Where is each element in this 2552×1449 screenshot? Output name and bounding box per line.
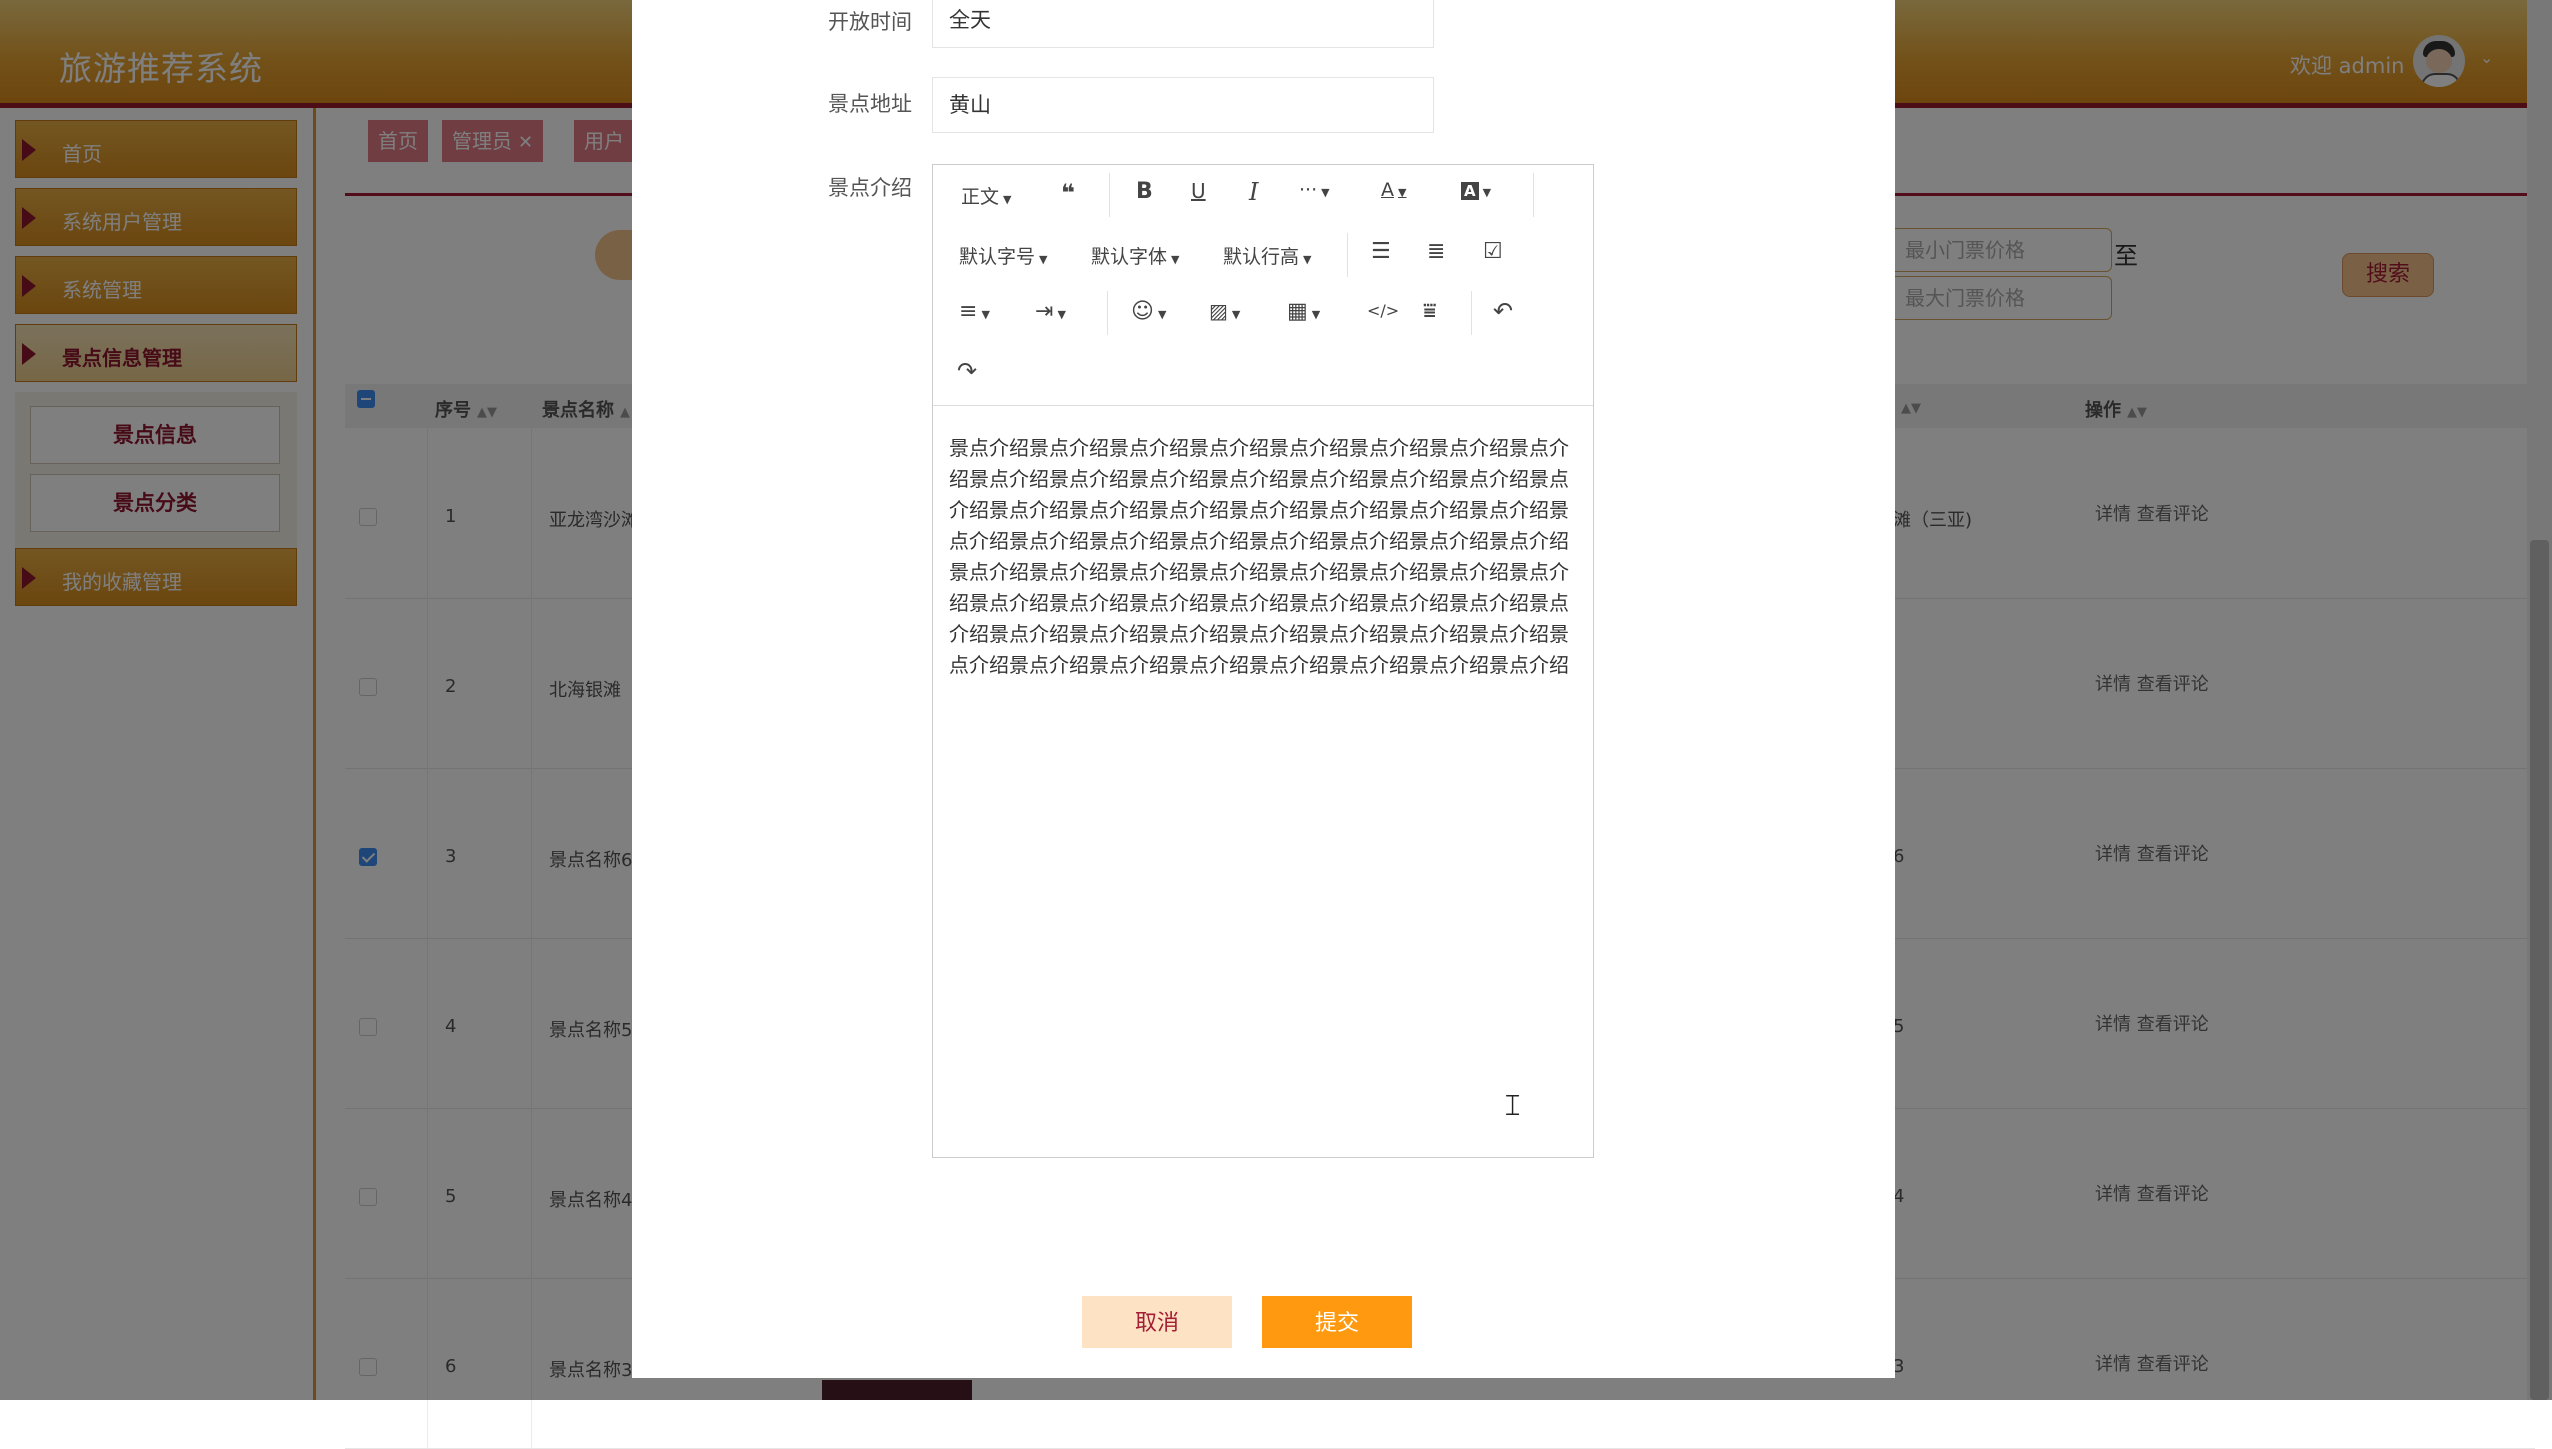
address-label: 景点地址 xyxy=(828,92,912,116)
divider-icon[interactable]: ⩸ xyxy=(1423,299,1436,324)
more-icon[interactable]: ··· ▼ xyxy=(1299,179,1330,201)
open-time-input[interactable]: 全天 xyxy=(932,0,1434,48)
caret-down-icon: ▼ xyxy=(1039,253,1048,266)
background-image-fragment xyxy=(822,1380,972,1400)
caret-down-icon: ▼ xyxy=(1003,193,1012,206)
edit-dialog: 开放时间 全天 景点地址 黄山 景点介绍 正文 ▼ ❝ B U I ··· ▼ A ▼… xyxy=(632,0,1895,1378)
paragraph-select[interactable]: 正文 ▼ xyxy=(961,182,1011,209)
caret-down-icon: ▼ xyxy=(1303,253,1312,266)
table-icon[interactable]: ▦ ▼ xyxy=(1287,299,1320,324)
open-time-label: 开放时间 xyxy=(828,10,912,34)
numbered-list-icon[interactable]: ≣ xyxy=(1427,239,1445,264)
editor-toolbar: 正文 ▼ ❝ B U I ··· ▼ A ▼ A ▼ 默认字号 ▼ 默认字体 ▼ 默认行高 ▼… xyxy=(933,165,1593,406)
submit-button[interactable]: 提交 xyxy=(1262,1296,1412,1348)
align-icon[interactable]: ≡ ▼ xyxy=(959,299,990,324)
font-color-icon[interactable]: A ▼ xyxy=(1381,179,1406,201)
background-color-icon[interactable]: A ▼ xyxy=(1461,179,1491,201)
todo-checkbox-icon[interactable]: ☑ xyxy=(1483,239,1503,264)
quote-icon[interactable]: ❝ xyxy=(1061,179,1075,207)
text-cursor-icon: 𝙸 xyxy=(1502,1088,1524,1123)
bullet-list-icon[interactable]: ☰ xyxy=(1371,239,1391,264)
code-icon[interactable]: </> xyxy=(1367,301,1399,320)
indent-icon[interactable]: ⇥ ▼ xyxy=(1035,299,1066,324)
rich-text-editor: 正文 ▼ ❝ B U I ··· ▼ A ▼ A ▼ 默认字号 ▼ 默认字体 ▼ 默认行高 ▼… xyxy=(932,164,1594,1158)
font-size-select[interactable]: 默认字号 ▼ xyxy=(959,242,1047,269)
line-height-select[interactable]: 默认行高 ▼ xyxy=(1223,242,1311,269)
cancel-button[interactable]: 取消 xyxy=(1082,1296,1232,1348)
caret-down-icon: ▼ xyxy=(1171,253,1180,266)
bold-icon[interactable]: B xyxy=(1136,179,1153,204)
italic-icon[interactable]: I xyxy=(1249,178,1258,206)
undo-icon[interactable]: ↶ xyxy=(1493,297,1513,325)
image-icon[interactable]: ▨ ▼ xyxy=(1209,299,1240,323)
editor-content[interactable]: 景点介绍景点介绍景点介绍景点介绍景点介绍景点介绍景点介绍景点介绍景点介绍景点介绍… xyxy=(949,433,1569,681)
underline-icon[interactable]: U xyxy=(1191,179,1206,203)
font-family-select[interactable]: 默认字体 ▼ xyxy=(1091,242,1179,269)
emoji-icon[interactable]: ☺ ▼ xyxy=(1131,299,1166,324)
redo-icon[interactable]: ↷ xyxy=(957,357,977,385)
intro-label: 景点介绍 xyxy=(828,176,912,200)
address-input[interactable]: 黄山 xyxy=(932,77,1434,133)
